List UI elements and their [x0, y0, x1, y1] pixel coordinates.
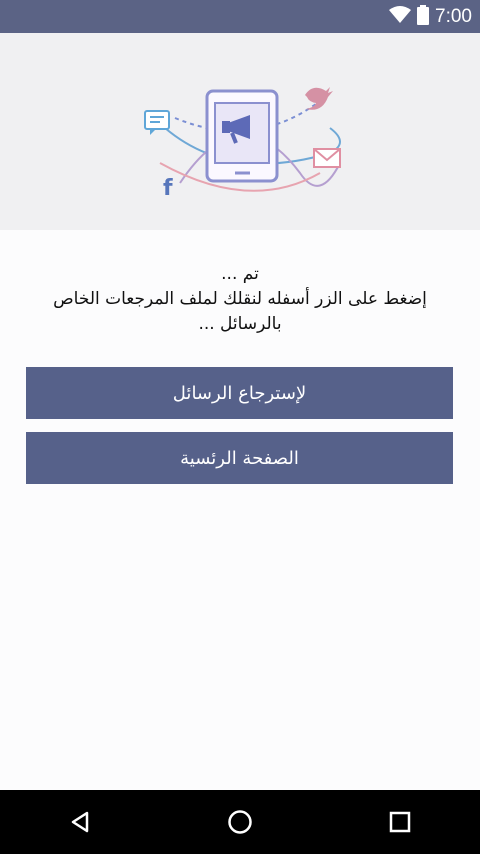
- twitter-bird-icon: [305, 87, 333, 110]
- back-button[interactable]: [40, 790, 120, 854]
- home-button[interactable]: [200, 790, 280, 854]
- confirmation-message: تم ... إضغط على الزر أسفله لنقلك لملف ال…: [40, 262, 440, 337]
- envelope-icon: [313, 148, 341, 168]
- retrieve-messages-button[interactable]: لإسترجاع الرسائل: [26, 367, 453, 419]
- home-icon: [228, 810, 252, 834]
- battery-icon: [417, 4, 430, 29]
- recents-icon: [389, 811, 411, 833]
- home-page-button[interactable]: الصفحة الرئسية: [26, 432, 453, 484]
- message-line-2: إضغط على الزر أسفله لنقلك لملف المرجعات …: [53, 289, 427, 309]
- message-line-3: بالرسائل ...: [198, 314, 282, 334]
- back-icon: [71, 811, 89, 833]
- svg-text:f: f: [163, 176, 173, 201]
- hero-illustration: f: [0, 33, 480, 230]
- navigation-bar: [0, 790, 480, 854]
- recents-button[interactable]: [360, 790, 440, 854]
- facebook-icon: f: [163, 176, 173, 201]
- chat-bubble-icon: [144, 110, 170, 135]
- message-line-1: تم ...: [221, 264, 259, 284]
- status-time: 7:00: [435, 5, 472, 27]
- status-bar: 7:00: [0, 0, 480, 33]
- wifi-icon: [389, 5, 412, 28]
